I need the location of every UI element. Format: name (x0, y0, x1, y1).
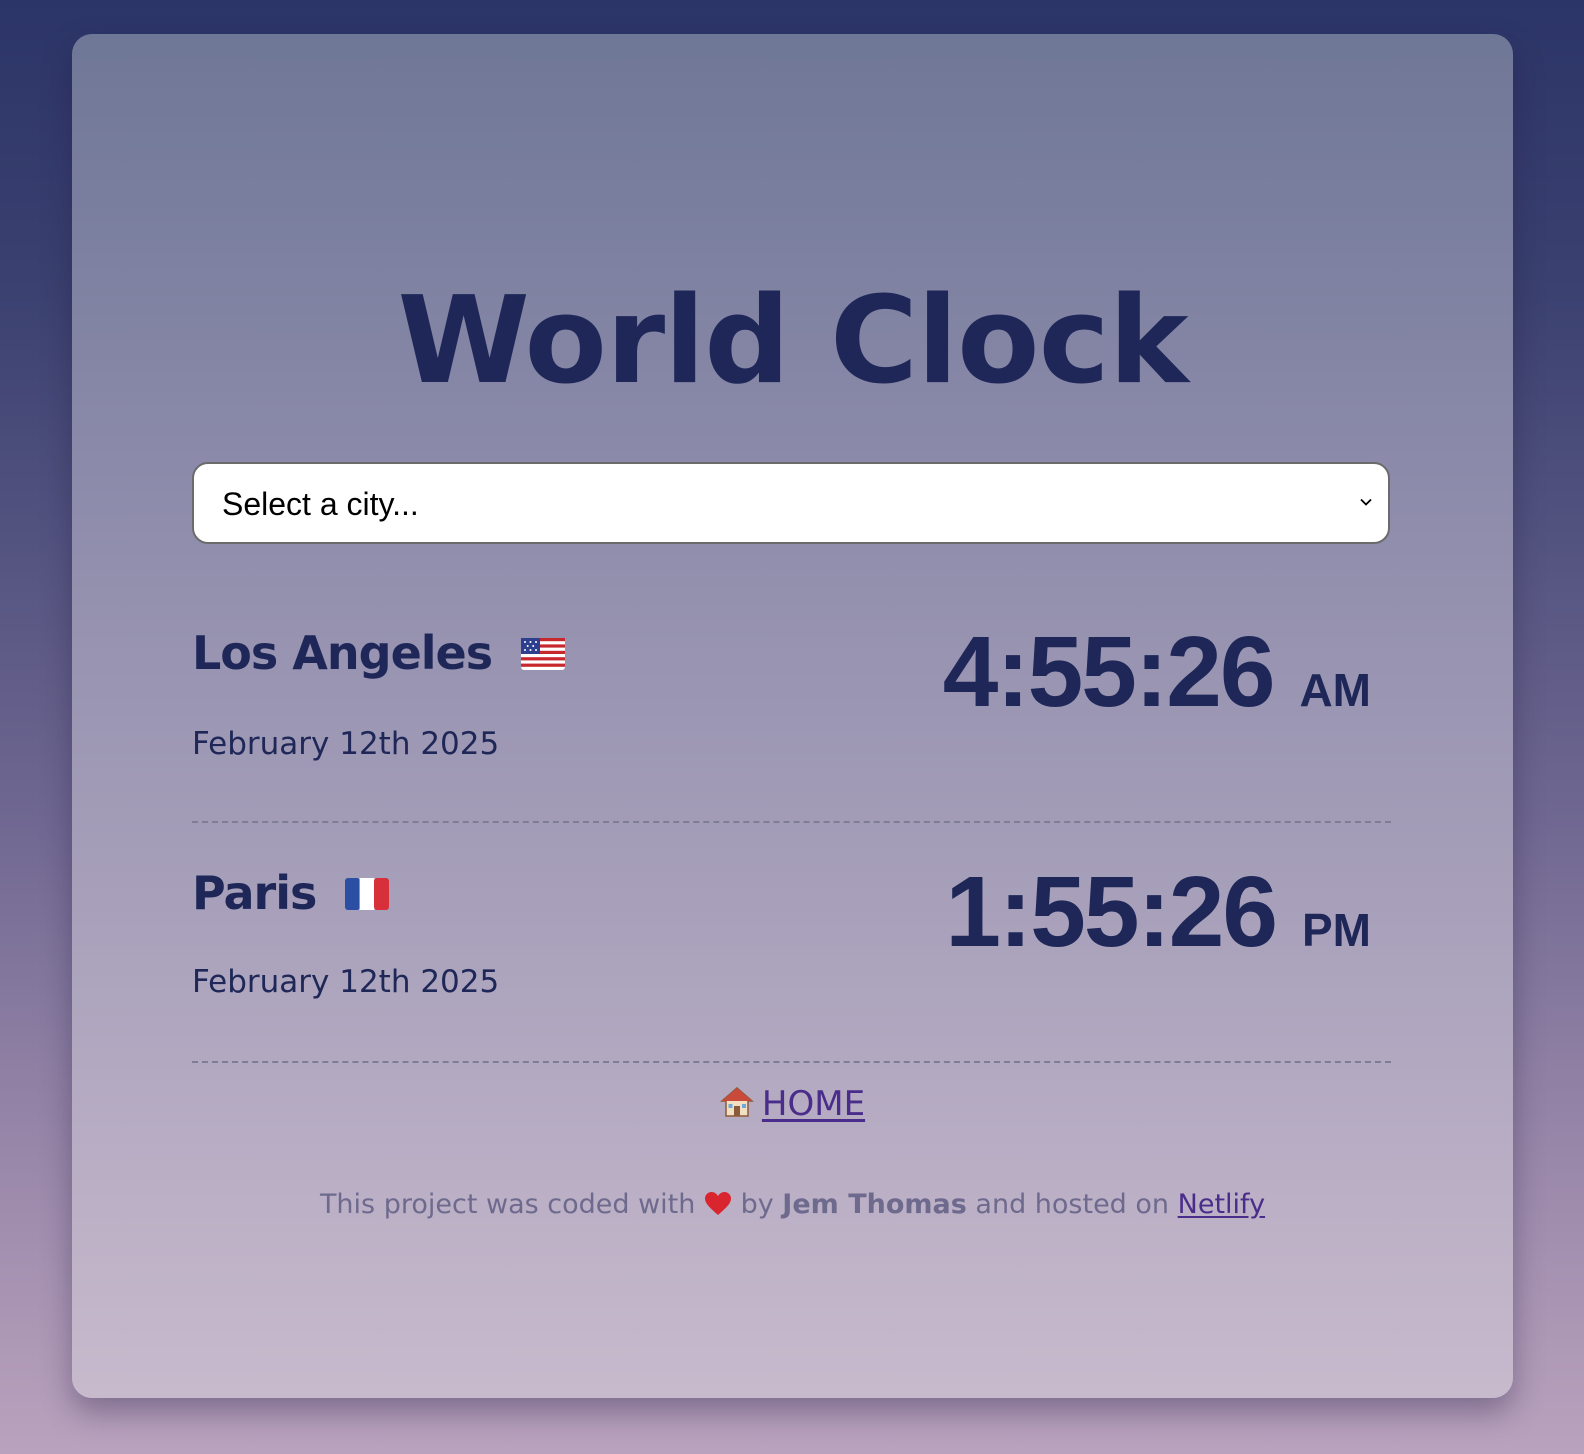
city-select[interactable]: Select a city... (192, 462, 1390, 544)
footer-by: by (740, 1189, 774, 1220)
city-row-paris: Paris February 12th 2025 1:55:26 PM (192, 834, 1391, 1063)
city-select-value: Select a city... (222, 486, 419, 522)
home-link-label: HOME (761, 1084, 866, 1124)
time-digits: 1:55:26 (945, 856, 1278, 968)
city-row-los-angeles: Los Angeles February 12th 2025 4:55:26 A… (192, 594, 1391, 823)
chevron-down-icon (1360, 498, 1372, 506)
footer-author: Jem Thomas (782, 1189, 967, 1220)
footer-middle: and hosted on (975, 1189, 1170, 1220)
city-name: Los Angeles (192, 626, 566, 680)
city-name-label: Paris (192, 866, 317, 920)
fr-flag-icon (345, 877, 390, 910)
home-link[interactable]: HOME (719, 1084, 866, 1124)
city-date: February 12th 2025 (192, 726, 500, 762)
netlify-link[interactable]: Netlify (1178, 1189, 1265, 1220)
heart-icon (704, 1192, 731, 1215)
us-flag-icon (521, 637, 566, 670)
house-icon (719, 1087, 754, 1117)
time-ampm: AM (1299, 664, 1371, 716)
home-nav: HOME (72, 1084, 1513, 1124)
city-time: 4:55:26 AM (943, 622, 1371, 722)
city-name: Paris (192, 866, 390, 920)
footer-prefix: This project was coded with (319, 1189, 696, 1220)
world-clock-card: World Clock Select a city... Los Angeles (72, 34, 1513, 1398)
footer-credits: This project was coded with by Jem Thoma… (72, 1188, 1513, 1222)
city-name-label: Los Angeles (192, 626, 493, 680)
city-time: 1:55:26 PM (945, 862, 1371, 962)
city-date: February 12th 2025 (192, 964, 500, 1000)
time-digits: 4:55:26 (942, 616, 1276, 728)
page-title: World Clock (397, 272, 1188, 411)
time-ampm: PM (1302, 904, 1371, 956)
